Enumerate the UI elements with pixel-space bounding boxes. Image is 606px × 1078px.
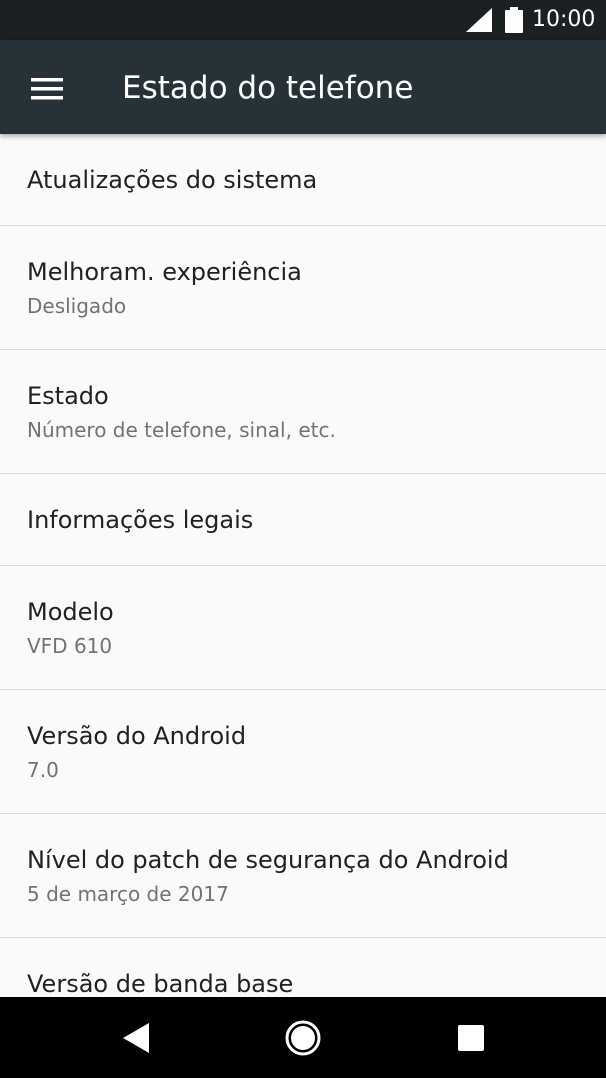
list-item-title: Atualizações do sistema <box>27 166 318 194</box>
list-item-system-updates[interactable]: Atualizações do sistema <box>0 134 606 226</box>
recents-square-icon <box>458 1025 484 1051</box>
navigation-bar <box>0 997 606 1078</box>
list-item-status[interactable]: Estado Número de telefone, sinal, etc. <box>0 350 606 474</box>
settings-list[interactable]: Atualizações do sistema Melhoram. experi… <box>0 134 606 997</box>
list-item-title: Estado <box>27 382 109 410</box>
list-item-summary: Desligado <box>27 294 127 318</box>
cell-signal-icon <box>466 8 492 32</box>
app-bar: Estado do telefone <box>0 40 606 134</box>
back-triangle-icon <box>123 1023 149 1053</box>
list-item-security-patch[interactable]: Nível do patch de segurança do Android 5… <box>0 814 606 938</box>
recents-button[interactable] <box>442 1009 500 1067</box>
list-item-title: Informações legais <box>27 506 254 534</box>
home-circle-icon <box>285 1020 321 1056</box>
list-item-title: Versão do Android <box>27 722 247 750</box>
list-item-summary: VFD 610 <box>27 634 113 658</box>
list-item-experience-improvement[interactable]: Melhoram. experiência Desligado <box>0 226 606 350</box>
back-button[interactable] <box>106 1009 164 1067</box>
list-item-summary: 7.0 <box>27 758 59 782</box>
hamburger-menu-icon[interactable] <box>20 62 74 116</box>
battery-full-icon <box>505 7 523 33</box>
status-bar: 10:00 <box>0 0 606 40</box>
list-item-title: Nível do patch de segurança do Android <box>27 846 509 874</box>
list-item-android-version[interactable]: Versão do Android 7.0 <box>0 690 606 814</box>
phone-screen: 10:00 Estado do telefone Atualizações do… <box>0 0 606 1078</box>
list-item-model[interactable]: Modelo VFD 610 <box>0 566 606 690</box>
list-item-title: Modelo <box>27 598 114 626</box>
home-button[interactable] <box>274 1009 332 1067</box>
status-time: 10:00 <box>532 7 596 32</box>
list-item-summary: 5 de março de 2017 <box>27 882 229 906</box>
list-item-title: Versão de banda base <box>27 970 294 997</box>
list-item-title: Melhoram. experiência <box>27 258 302 286</box>
list-item-legal-info[interactable]: Informações legais <box>0 474 606 566</box>
list-item-baseband-version[interactable]: Versão de banda base <box>0 938 606 997</box>
page-title: Estado do telefone <box>122 70 414 106</box>
list-item-summary: Número de telefone, sinal, etc. <box>27 418 336 442</box>
